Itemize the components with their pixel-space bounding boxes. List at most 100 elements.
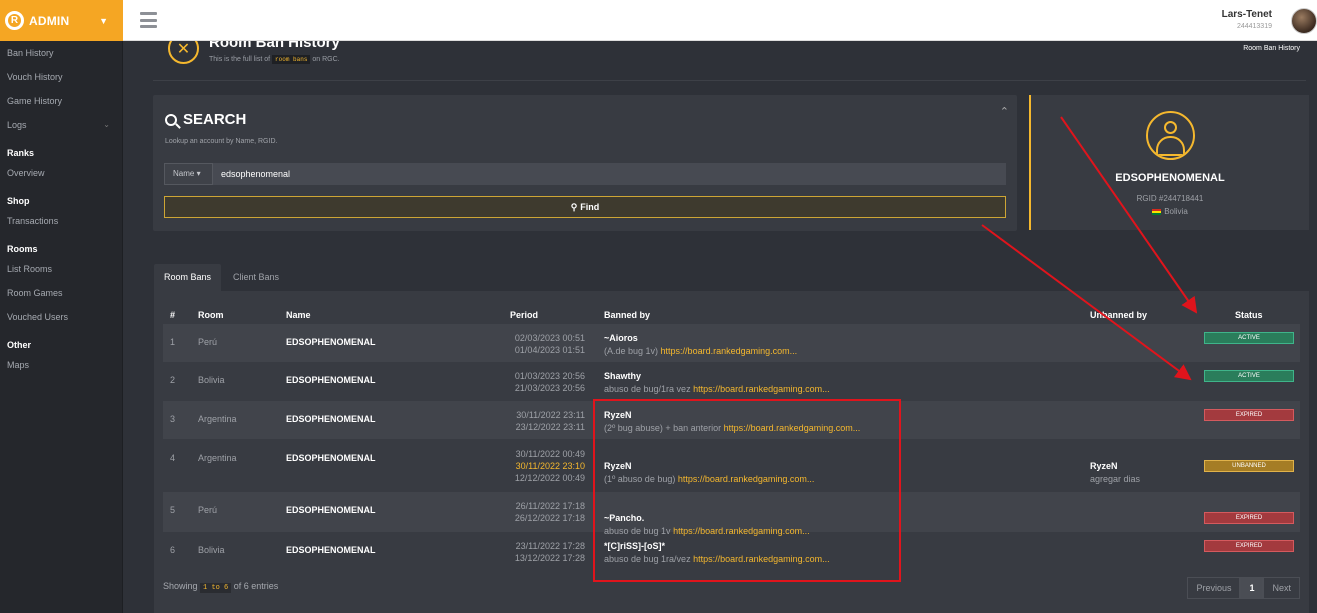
- ban-reason: (A.de bug 1v): [604, 346, 659, 356]
- sidebar-item-game-history[interactable]: Game History: [0, 89, 122, 113]
- subtitle-post: on RGC.: [312, 56, 340, 63]
- user-info[interactable]: Lars-Tenet 244413319: [1222, 9, 1272, 30]
- row-banned-by: ~Aioros (A.de bug 1v) https://board.ranke…: [604, 332, 797, 358]
- row-banned-by: RyzeN (1º abuso de bug) https://board.ran…: [604, 460, 814, 486]
- sidebar-item-ban-history[interactable]: Ban History: [0, 41, 122, 65]
- row-room: Perú: [198, 505, 218, 515]
- row-player-name: EDSOPHENOMENAL: [286, 414, 376, 424]
- ban-reason: abuso de bug 1ra/vez: [604, 554, 691, 564]
- sidebar-item-logs-label: Logs: [7, 120, 27, 130]
- row-banned-by: RyzeN (2º bug abuse) + ban anterior https…: [604, 409, 860, 435]
- row-room: Argentina: [198, 414, 237, 424]
- row-player-name: EDSOPHENOMENAL: [286, 375, 376, 385]
- sidebar: Ban History Vouch History Game History L…: [0, 41, 123, 613]
- sidebar-item-vouched-users[interactable]: Vouched Users: [0, 305, 122, 329]
- ban-reason-link[interactable]: https://board.rankedgaming.com...: [678, 474, 815, 484]
- caret-down-icon: ▼: [99, 15, 108, 26]
- status-badge: EXPIRED: [1204, 512, 1294, 524]
- ban-reason: abuso de bug/1ra vez: [604, 384, 691, 394]
- col-header-room: Room: [198, 310, 224, 320]
- row-player-name: EDSOPHENOMENAL: [286, 453, 376, 463]
- profile-country: Bolivia: [1031, 207, 1309, 216]
- ban-reason-link[interactable]: https://board.rankedgaming.com...: [693, 554, 830, 564]
- table-info: Showing 1 to 6 of 6 entries: [163, 581, 279, 593]
- row-room: Bolivia: [198, 545, 225, 555]
- subtitle-pre: This is the full list of: [209, 56, 271, 63]
- search-type-dropdown[interactable]: Name ▾: [164, 163, 213, 185]
- profile-rgid: RGID #244718441: [1136, 194, 1204, 203]
- sidebar-item-maps[interactable]: Maps: [0, 353, 122, 377]
- col-header-name: Name: [286, 310, 311, 320]
- chevron-down-icon: ⌄: [103, 120, 110, 129]
- row-num: 3: [170, 414, 176, 424]
- banned-by-name: ~Pancho.: [604, 513, 645, 523]
- search-type-value: Name: [173, 169, 195, 178]
- showing-post: of 6 entries: [233, 581, 279, 591]
- period-start: 26/11/2022 17:18: [515, 501, 585, 511]
- row-unbanned-by: RyzeN agregar dias: [1090, 460, 1140, 486]
- status-badge: EXPIRED: [1204, 540, 1294, 552]
- hamburger-menu-icon[interactable]: [140, 12, 157, 28]
- pagination-previous[interactable]: Previous: [1187, 577, 1241, 599]
- row-period: 30/11/2022 23:11 23/12/2022 23:11: [465, 409, 585, 433]
- collapse-chevron-up-icon[interactable]: ⌃: [1000, 105, 1009, 118]
- row-room: Bolivia: [198, 375, 225, 385]
- sidebar-item-room-games[interactable]: Room Games: [0, 281, 122, 305]
- sidebar-item-vouch-history[interactable]: Vouch History: [0, 65, 122, 89]
- showing-pre: Showing: [163, 581, 198, 591]
- ban-reason-link[interactable]: https://board.rankedgaming.com...: [661, 346, 798, 356]
- row-player-name: EDSOPHENOMENAL: [286, 505, 376, 515]
- row-period: 23/11/2022 17:28 13/12/2022 17:28: [465, 540, 585, 564]
- bolivia-flag-icon: [1152, 208, 1162, 215]
- unbanned-by-name: RyzeN: [1090, 461, 1118, 471]
- rgc-logo-icon: R: [5, 11, 24, 30]
- period-start: 30/11/2022 00:49: [515, 449, 585, 459]
- status-badge: ACTIVE: [1204, 370, 1294, 382]
- status-badge: UNBANNED: [1204, 460, 1294, 472]
- search-title-text: SEARCH: [183, 111, 247, 128]
- table-row: 6 Bolivia EDSOPHENOMENAL 23/11/2022 17:28 13…: [163, 532, 1300, 570]
- row-period: 26/11/2022 17:18 26/12/2022 17:18: [465, 500, 585, 524]
- bans-table: # Room Name Period Banned by Unbanned by…: [154, 291, 1309, 613]
- search-input[interactable]: edsophenomenal: [213, 163, 1006, 185]
- tab-client-bans[interactable]: Client Bans: [223, 264, 289, 291]
- caret-down-icon: ▾: [196, 169, 201, 178]
- tab-room-bans[interactable]: Room Bans: [154, 264, 222, 291]
- ban-reason-link[interactable]: https://board.rankedgaming.com...: [693, 384, 830, 394]
- row-num: 2: [170, 375, 176, 385]
- page-subtitle: This is the full list of room bans on RG…: [209, 55, 340, 64]
- col-header-num: #: [170, 310, 176, 320]
- pagination-page-1[interactable]: 1: [1240, 577, 1264, 599]
- user-avatar[interactable]: [1291, 8, 1317, 34]
- sidebar-item-overview[interactable]: Overview: [0, 161, 122, 185]
- profile-panel: EDSOPHENOMENAL RGID #244718441 Bolivia: [1029, 95, 1309, 230]
- row-num: 1: [170, 337, 176, 347]
- sidebar-item-list-rooms[interactable]: List Rooms: [0, 257, 122, 281]
- brand-admin-menu[interactable]: R ADMIN ▼: [0, 0, 123, 41]
- page-title: Room Ban History: [209, 41, 340, 51]
- row-num: 5: [170, 505, 176, 515]
- row-num: 6: [170, 545, 176, 555]
- status-badge: ACTIVE: [1204, 332, 1294, 344]
- unban-reason: agregar dias: [1090, 474, 1141, 484]
- profile-name: EDSOPHENOMENAL: [1115, 172, 1225, 184]
- table-row: 3 Argentina EDSOPHENOMENAL 30/11/2022 23:11…: [163, 401, 1300, 439]
- search-title: SEARCH: [165, 111, 246, 128]
- banned-by-name: *[C]riSS]-[oS]*: [604, 541, 665, 551]
- row-player-name: EDSOPHENOMENAL: [286, 545, 376, 555]
- sidebar-item-transactions[interactable]: Transactions: [0, 209, 122, 233]
- user-profile-icon: [1146, 111, 1195, 160]
- search-icon: ⚲: [570, 201, 578, 212]
- ban-reason-link[interactable]: https://board.rankedgaming.com...: [724, 423, 861, 433]
- period-start: 02/03/2023 00:51: [514, 333, 585, 343]
- brand-label: ADMIN: [29, 13, 70, 28]
- table-row: 5 Perú EDSOPHENOMENAL 26/11/2022 17:18 26/12…: [163, 492, 1300, 536]
- find-button[interactable]: ⚲ Find: [164, 196, 1006, 218]
- user-id: 244413319: [1236, 23, 1272, 30]
- period-end: 23/12/2022 23:11: [515, 422, 585, 432]
- period-end: 26/12/2022 17:18: [514, 513, 585, 523]
- subtitle-code: room bans: [272, 55, 311, 64]
- sidebar-item-logs[interactable]: Logs ⌄: [0, 113, 122, 137]
- pagination-next[interactable]: Next: [1263, 577, 1300, 599]
- table-row: 1 Perú EDSOPHENOMENAL 02/03/2023 00:51 01/04…: [163, 324, 1300, 362]
